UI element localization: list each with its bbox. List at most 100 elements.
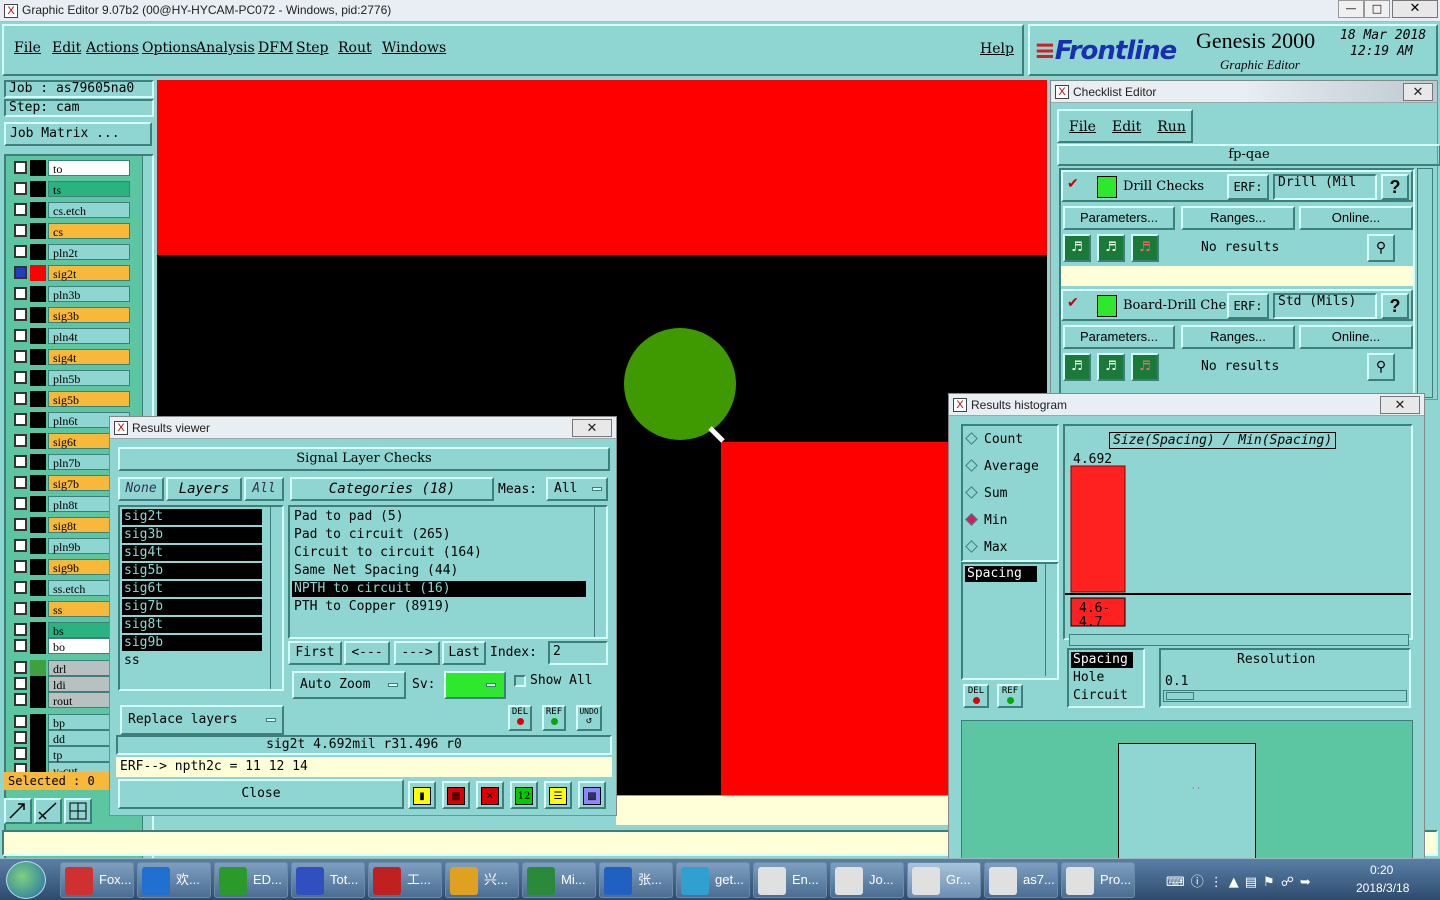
layer-row[interactable]: sig2t bbox=[12, 265, 130, 281]
layer-row[interactable]: sig4t bbox=[12, 349, 130, 365]
menu-windows[interactable]: Windows bbox=[382, 40, 446, 56]
auto-zoom-dropdown[interactable]: Auto Zoom bbox=[292, 671, 406, 699]
layer-checkbox[interactable] bbox=[14, 308, 27, 321]
ranges-button[interactable]: Ranges... bbox=[1181, 206, 1295, 230]
layer-checkbox[interactable] bbox=[14, 203, 27, 216]
layer-row[interactable]: cs bbox=[12, 223, 130, 239]
result-layer-item[interactable]: sig3b bbox=[122, 527, 262, 543]
layer-checkbox[interactable] bbox=[14, 677, 27, 690]
mode-radio-min[interactable]: Min bbox=[965, 513, 1007, 528]
checklist-scrollbar[interactable] bbox=[1417, 168, 1433, 398]
layer-checkbox[interactable] bbox=[14, 350, 27, 363]
maximize-button[interactable]: □ bbox=[1364, 0, 1390, 18]
online-button[interactable]: Online... bbox=[1299, 206, 1413, 230]
category-item[interactable]: NPTH to circuit (16) bbox=[292, 581, 586, 597]
layer-row[interactable]: ts bbox=[12, 181, 130, 197]
del-button[interactable]: DEL bbox=[508, 705, 532, 731]
zoom-results-icon[interactable]: ⚲ bbox=[1367, 234, 1395, 262]
category-item[interactable]: Pad to circuit (265) bbox=[292, 527, 586, 543]
result-layer-item[interactable]: sig5b bbox=[122, 563, 262, 579]
layer-checkbox[interactable] bbox=[14, 392, 27, 405]
ref-button[interactable]: REF bbox=[542, 705, 566, 731]
zoom-results-icon[interactable]: ⚲ bbox=[1367, 353, 1395, 381]
layer-checkbox[interactable] bbox=[14, 715, 27, 728]
results-title-bar[interactable]: X Results viewer ✕ bbox=[110, 417, 616, 439]
result-layer-item[interactable]: sig9b bbox=[122, 635, 262, 651]
check-help-button[interactable]: ? bbox=[1381, 293, 1409, 319]
tray-icons[interactable]: ⌨ⓘ⋮▲▤⚑☍➥ bbox=[1166, 871, 1346, 890]
result-layer-item[interactable]: sig8t bbox=[122, 617, 262, 633]
erf-field[interactable]: Std (Mils) bbox=[1273, 293, 1377, 319]
menu-actions[interactable]: Actions bbox=[86, 40, 139, 56]
layer-checkbox[interactable] bbox=[14, 224, 27, 237]
measure-icon[interactable] bbox=[34, 798, 62, 824]
hist-ref-button[interactable]: REF bbox=[997, 684, 1023, 708]
resolution-slider[interactable] bbox=[1163, 690, 1407, 702]
app-title-bar[interactable]: X Graphic Editor 9.07b2 (00@HY-HYCAM-PC0… bbox=[0, 0, 1440, 22]
layer-checkbox[interactable] bbox=[14, 455, 27, 468]
clear-results-icon[interactable]: ✕ bbox=[476, 781, 504, 809]
parameters-button[interactable]: Parameters... bbox=[1063, 206, 1175, 230]
taskbar-item[interactable]: get... bbox=[676, 862, 750, 898]
stop-check-icon[interactable]: ♬ bbox=[1131, 234, 1159, 262]
layer-row[interactable]: sig3b bbox=[12, 307, 130, 323]
erf-field[interactable]: Drill (Mil bbox=[1273, 174, 1377, 200]
statistics-icon[interactable]: ▩ bbox=[578, 781, 606, 809]
undo-button[interactable]: UNDO ↺ bbox=[576, 705, 602, 731]
stop-check-icon[interactable]: ♬ bbox=[1131, 353, 1159, 381]
prev-button[interactable]: <--- bbox=[344, 641, 390, 665]
taskbar-item[interactable]: Jo... bbox=[830, 862, 904, 898]
layer-checkbox[interactable] bbox=[14, 518, 27, 531]
layer-checkbox[interactable] bbox=[14, 266, 27, 279]
type-list[interactable]: Spacing Hole Circuit bbox=[1067, 648, 1145, 708]
category-item[interactable]: PTH to Copper (8919) bbox=[292, 599, 586, 615]
results-close-icon[interactable]: ✕ bbox=[572, 419, 612, 437]
hist-del-button[interactable]: DEL bbox=[963, 684, 989, 708]
category-list[interactable]: Pad to pad (5) Pad to circuit (265) Circui… bbox=[288, 505, 608, 639]
run-check-icon[interactable]: ♬ bbox=[1063, 353, 1091, 381]
start-button[interactable] bbox=[6, 861, 46, 899]
next-button[interactable]: ---> bbox=[394, 641, 440, 665]
export-icon[interactable]: ▦ bbox=[442, 781, 470, 809]
report-icon[interactable]: ▮ bbox=[408, 781, 436, 809]
layer-checkbox[interactable] bbox=[14, 747, 27, 760]
checklist-title-bar[interactable]: X Checklist Editor ✕ bbox=[1051, 81, 1437, 103]
histogram-close-icon[interactable]: ✕ bbox=[1380, 396, 1420, 414]
none-button[interactable]: None bbox=[118, 477, 164, 501]
layer-checkbox[interactable] bbox=[14, 602, 27, 615]
layer-checkbox[interactable] bbox=[14, 245, 27, 258]
taskbar-item[interactable]: as7... bbox=[984, 862, 1058, 898]
type-list-item[interactable]: Spacing bbox=[1071, 652, 1133, 668]
layer-checkbox[interactable] bbox=[14, 182, 27, 195]
mode-radio-sum[interactable]: Sum bbox=[965, 486, 1007, 501]
menu-analysis[interactable]: Analysis bbox=[196, 40, 255, 56]
layer-row[interactable]: sig5b bbox=[12, 391, 130, 407]
check-help-button[interactable]: ? bbox=[1381, 174, 1409, 200]
category-item[interactable]: Circuit to circuit (164) bbox=[292, 545, 586, 561]
taskbar-item[interactable]: Pro... bbox=[1061, 862, 1135, 898]
run-check-alt-icon[interactable]: ♬ bbox=[1097, 234, 1125, 262]
layer-row[interactable]: to bbox=[12, 160, 130, 176]
taskbar-item[interactable]: 张... bbox=[599, 862, 673, 898]
meas-list-item[interactable]: Spacing bbox=[965, 566, 1037, 582]
show-all-checkbox[interactable] bbox=[514, 675, 526, 687]
help-menu[interactable]: Help bbox=[980, 41, 1014, 57]
layer-row[interactable]: pln5b bbox=[12, 370, 130, 386]
layer-checkbox[interactable] bbox=[14, 161, 27, 174]
online-button[interactable]: Online... bbox=[1299, 325, 1413, 349]
taskbar-item[interactable]: 兴... bbox=[445, 862, 519, 898]
layer-row[interactable]: pln3b bbox=[12, 286, 130, 302]
result-layer-item[interactable]: ss bbox=[122, 653, 262, 669]
mode-radio-count[interactable]: Count bbox=[965, 432, 1023, 447]
layer-checkbox[interactable] bbox=[14, 413, 27, 426]
parameters-button[interactable]: Parameters... bbox=[1063, 325, 1175, 349]
close-icon[interactable]: ✕ bbox=[1392, 0, 1438, 18]
mode-radio-average[interactable]: Average bbox=[965, 459, 1039, 474]
histogram-bar[interactable] bbox=[1070, 465, 1126, 593]
checklist-menu-run[interactable]: Run bbox=[1157, 119, 1186, 135]
category-scrollbar[interactable] bbox=[594, 507, 606, 637]
mode-radio-max[interactable]: Max bbox=[965, 540, 1007, 555]
ranges-button[interactable]: Ranges... bbox=[1181, 325, 1295, 349]
type-list-item[interactable]: Hole bbox=[1071, 670, 1133, 686]
zoom-fit-icon[interactable] bbox=[4, 798, 32, 824]
